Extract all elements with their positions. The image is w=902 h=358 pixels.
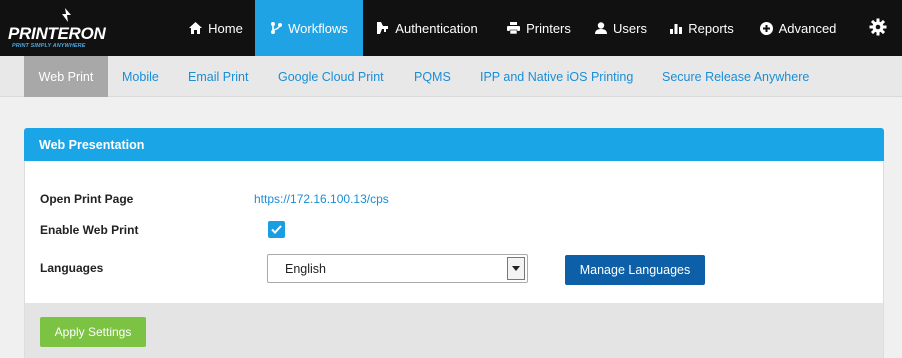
- apply-settings-button[interactable]: Apply Settings: [40, 317, 146, 347]
- nav-workflows[interactable]: Workflows: [255, 0, 363, 56]
- workflow-subnav: Web Print Mobile Email Print Google Clou…: [0, 56, 902, 97]
- nav-home-label: Home: [208, 20, 243, 36]
- open-print-page-label: Open Print Page: [40, 192, 134, 206]
- bar-chart-icon: [670, 22, 683, 34]
- nav-users-label: Users: [613, 20, 647, 36]
- nav-reports[interactable]: Reports: [662, 0, 742, 56]
- home-icon: [189, 22, 203, 34]
- top-navbar: PRINTERON PRINT SIMPLY ANYWHERE Home Wor…: [0, 0, 902, 56]
- subnav-google-cloud-print[interactable]: Google Cloud Print: [278, 56, 384, 97]
- checkmark-icon: [271, 223, 282, 237]
- subnav-pqms[interactable]: PQMS: [414, 56, 451, 97]
- user-icon: [595, 22, 608, 34]
- nav-advanced-label: Advanced: [778, 20, 837, 36]
- subnav-web-print[interactable]: Web Print: [24, 56, 108, 97]
- printer-icon: [507, 22, 521, 34]
- chevron-down-icon[interactable]: [507, 257, 525, 280]
- nav-authentication-label: Authentication: [395, 20, 478, 36]
- key-icon: [376, 22, 389, 34]
- nav-users[interactable]: Users: [588, 0, 654, 56]
- logo-tagline: PRINT SIMPLY ANYWHERE: [12, 43, 86, 49]
- panel-title: Web Presentation: [24, 128, 884, 161]
- nav-reports-label: Reports: [688, 20, 734, 36]
- languages-selected-value: English: [285, 261, 326, 276]
- printeron-logo[interactable]: PRINTERON PRINT SIMPLY ANYWHERE: [8, 8, 158, 52]
- nav-workflows-label: Workflows: [288, 20, 348, 36]
- settings-button[interactable]: [860, 0, 896, 56]
- enable-web-print-label: Enable Web Print: [40, 223, 139, 237]
- workflow-icon: [270, 22, 283, 34]
- subnav-mobile[interactable]: Mobile: [122, 56, 159, 97]
- web-presentation-panel: Open Print Page https://172.16.100.13/cp…: [24, 161, 884, 303]
- subnav-email-print[interactable]: Email Print: [188, 56, 248, 97]
- languages-select[interactable]: English: [267, 254, 528, 283]
- subnav-secure-release-anywhere[interactable]: Secure Release Anywhere: [662, 56, 809, 97]
- gear-icon: [869, 18, 887, 39]
- nav-home[interactable]: Home: [180, 0, 252, 56]
- nav-printers[interactable]: Printers: [498, 0, 580, 56]
- panel-footer: Apply Settings: [24, 303, 884, 358]
- open-print-page-link[interactable]: https://172.16.100.13/cps: [254, 192, 389, 206]
- logo-text: PRINTERON: [8, 24, 106, 43]
- nav-authentication[interactable]: Authentication: [366, 0, 488, 56]
- enable-web-print-checkbox[interactable]: [268, 221, 285, 238]
- plus-circle-icon: [759, 21, 773, 35]
- nav-printers-label: Printers: [526, 20, 571, 36]
- languages-label: Languages: [40, 261, 104, 275]
- nav-advanced[interactable]: Advanced: [750, 0, 846, 56]
- subnav-ipp-ios-printing[interactable]: IPP and Native iOS Printing: [480, 56, 633, 97]
- manage-languages-button[interactable]: Manage Languages: [565, 255, 705, 285]
